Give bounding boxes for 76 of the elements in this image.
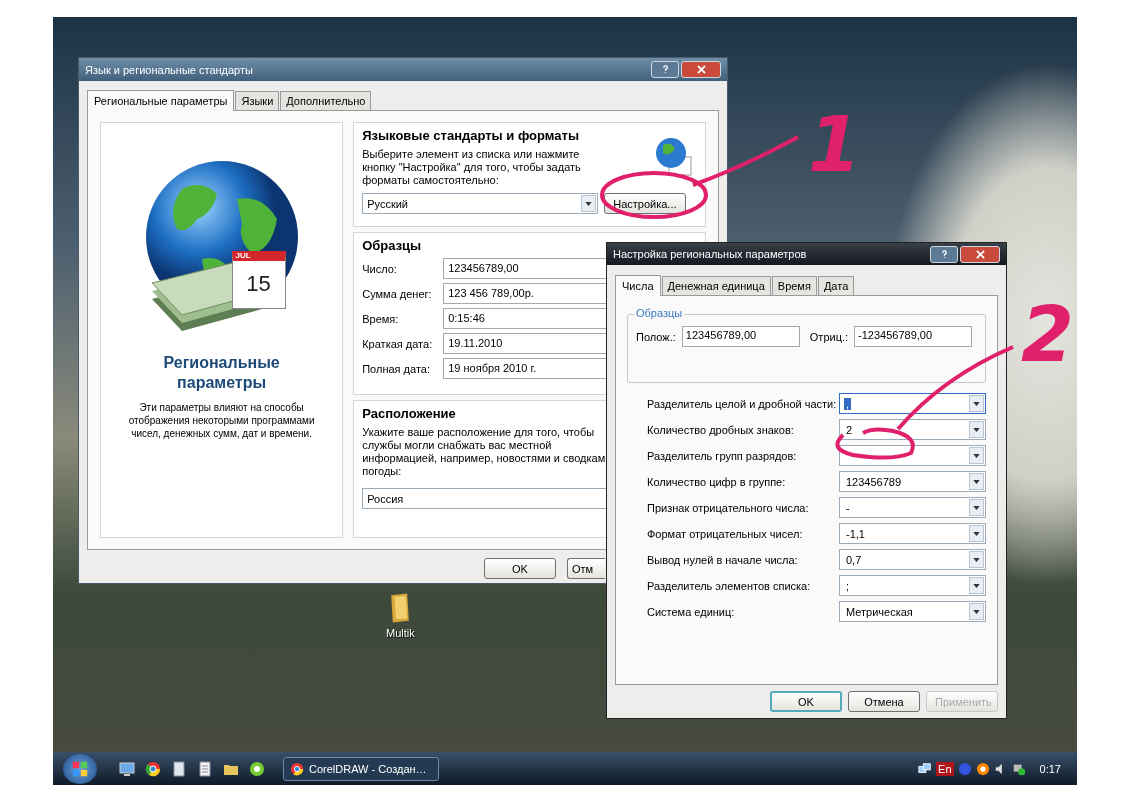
tab[interactable]: Дополнительно xyxy=(280,91,372,110)
annotation-number: 1 xyxy=(808,107,861,183)
clock: 0:17 xyxy=(1039,762,1061,775)
language-dropdown[interactable]: Русский xyxy=(362,193,599,214)
document-icon[interactable] xyxy=(197,760,213,777)
field-label: Вывод нулей в начале числа: xyxy=(647,553,799,566)
dialog-button[interactable]: OK xyxy=(484,558,556,579)
calendar-day: 15 xyxy=(246,271,271,297)
setting-dropdown[interactable]: ; xyxy=(839,575,986,596)
field-label: Система единиц: xyxy=(647,605,736,618)
desktop-icon-label[interactable]: Multik xyxy=(386,627,415,639)
browser-icon xyxy=(290,761,304,776)
taskbar-button[interactable]: CorelDRAW - Создан… xyxy=(283,756,439,781)
close-icon xyxy=(696,65,706,74)
sample-field: -123456789,00 xyxy=(854,326,973,347)
close-button[interactable] xyxy=(681,61,721,78)
browser-icon[interactable] xyxy=(145,760,161,777)
language-indicator[interactable]: En xyxy=(936,761,954,776)
start-button[interactable] xyxy=(63,753,97,784)
dialog-button[interactable]: Отм xyxy=(567,558,605,579)
circle-icon[interactable] xyxy=(249,760,265,777)
field-label: Полная дата: xyxy=(362,362,431,375)
setting-dropdown[interactable]: , xyxy=(839,393,986,414)
field-label: Признак отрицательного числа: xyxy=(647,501,810,514)
setting-dropdown[interactable]: Метрическая xyxy=(839,601,986,622)
help-button[interactable] xyxy=(930,245,958,263)
field-label: Разделитель целой и дробной части: xyxy=(647,397,838,410)
setting-dropdown[interactable]: 2 xyxy=(839,419,986,440)
window-title: Язык и региональные стандарты xyxy=(85,63,253,76)
tab[interactable]: Языки xyxy=(235,91,280,110)
close-icon xyxy=(975,249,985,259)
field-label: Отриц.: xyxy=(809,330,849,343)
intro-heading: Региональные параметры xyxy=(162,353,281,393)
tab[interactable]: Дата xyxy=(817,276,855,295)
section-heading: Образцы xyxy=(362,238,423,253)
field-label: Количество дробных знаков: xyxy=(647,423,795,436)
dialog-button: Применить xyxy=(926,691,998,712)
field-label: Время: xyxy=(362,312,400,325)
intro-text: Эти параметры влияют на способы отображения некоторыми программами чисел, денежных сумм, дат и времени. xyxy=(127,401,316,440)
taskbar-button-label: CorelDRAW - Создан… xyxy=(309,762,427,775)
setting-dropdown[interactable]: 0,7 xyxy=(839,549,986,570)
setting-dropdown[interactable]: 123456789 xyxy=(839,471,986,492)
tab[interactable]: Время xyxy=(771,276,817,295)
close-button[interactable] xyxy=(960,245,1000,263)
field-label: Разделитель элементов списка: xyxy=(647,579,812,592)
field-label: Количество цифр в группе: xyxy=(647,475,787,488)
dialog-button[interactable]: OK xyxy=(770,691,842,712)
windows-logo-icon xyxy=(71,759,89,778)
annotation-number: 2 xyxy=(1021,297,1074,373)
tab[interactable]: Денежная единица xyxy=(661,276,771,295)
calendar-month: JUL xyxy=(235,251,251,261)
field-label: Сумма денег: xyxy=(362,287,433,300)
document-icon[interactable] xyxy=(171,760,187,777)
field-label: Краткая дата: xyxy=(362,337,434,350)
group-title: Образцы xyxy=(634,307,685,319)
dialog-button[interactable]: Отмена xyxy=(848,691,920,712)
tab[interactable]: Региональные параметры xyxy=(87,90,235,111)
window-title: Настройка региональных параметров xyxy=(613,248,807,260)
field-label: Полож.: xyxy=(636,330,676,343)
field-label: Число: xyxy=(362,262,398,275)
customize-button[interactable]: Настройка... xyxy=(604,193,686,214)
monitor-icon[interactable] xyxy=(119,760,135,777)
field-label: Формат отрицательных чисел: xyxy=(647,527,804,540)
field-label: Разделитель групп разрядов: xyxy=(647,449,798,462)
network-icon[interactable] xyxy=(918,761,933,776)
section-text: Укажите ваше расположение для того, чтобы службы могли снабжать вас местной информацией, например, новостями и сводкам погоды: xyxy=(362,426,607,478)
section-heading: Расположение xyxy=(362,406,457,421)
setting-dropdown[interactable]: -1,1 xyxy=(839,523,986,544)
section-text: Выберите элемент из списка или нажмите кнопку "Настройка" для того, чтобы задать форматы самостоятельно: xyxy=(362,148,582,187)
setting-dropdown[interactable]: - xyxy=(839,497,986,518)
question-mark-icon xyxy=(939,249,949,259)
circle-icon[interactable] xyxy=(975,761,990,776)
question-mark-icon xyxy=(660,65,670,74)
sample-field: 123456789,00 xyxy=(681,326,800,347)
tab[interactable]: Числа xyxy=(615,275,661,296)
section-heading: Языковые стандарты и форматы xyxy=(362,128,580,143)
